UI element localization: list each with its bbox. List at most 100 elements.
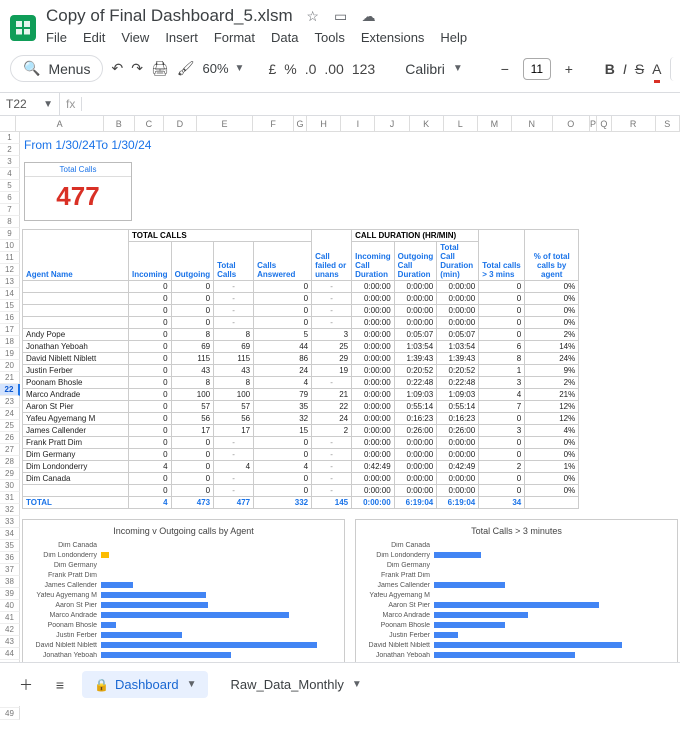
menu-insert[interactable]: Insert bbox=[165, 30, 198, 45]
row-header[interactable]: 37 bbox=[0, 564, 20, 576]
row-header[interactable]: 16 bbox=[0, 312, 20, 324]
col-header[interactable]: E bbox=[197, 116, 254, 131]
row-header[interactable]: 5 bbox=[0, 180, 20, 192]
all-sheets-button[interactable]: ≡ bbox=[48, 673, 72, 697]
star-icon[interactable]: ☆ bbox=[305, 8, 321, 24]
row-header[interactable]: 38 bbox=[0, 576, 20, 588]
sheets-logo[interactable] bbox=[10, 15, 36, 41]
row-header[interactable]: 19 bbox=[0, 348, 20, 360]
tab-raw-data-monthly[interactable]: Raw_Data_Monthly▼ bbox=[218, 671, 373, 698]
row-header[interactable]: 21 bbox=[0, 372, 20, 384]
row-header[interactable]: 39 bbox=[0, 588, 20, 600]
search-menus[interactable]: 🔍 Menus bbox=[10, 55, 103, 82]
col-header[interactable]: R bbox=[612, 116, 656, 131]
document-title[interactable]: Copy of Final Dashboard_5.xlsm bbox=[46, 6, 293, 26]
col-header[interactable]: G bbox=[294, 116, 307, 131]
print-button[interactable]: 🖨 bbox=[151, 57, 169, 81]
menu-help[interactable]: Help bbox=[440, 30, 467, 45]
row-header[interactable]: 25 bbox=[0, 420, 20, 432]
row-header[interactable]: 44 bbox=[0, 648, 20, 660]
toolbar-overflow[interactable]: ⋮ bbox=[670, 57, 680, 81]
row-header[interactable]: 1 bbox=[0, 132, 20, 144]
font-size-decrease[interactable]: − bbox=[493, 57, 517, 81]
col-header[interactable]: P bbox=[590, 116, 597, 131]
number-format-button[interactable]: 123 bbox=[352, 57, 375, 81]
col-header[interactable]: H bbox=[307, 116, 341, 131]
row-header[interactable]: 17 bbox=[0, 324, 20, 336]
row-header[interactable]: 35 bbox=[0, 540, 20, 552]
row-header[interactable]: 6 bbox=[0, 192, 20, 204]
row-header[interactable]: 12 bbox=[0, 264, 20, 276]
row-header[interactable]: 7 bbox=[0, 204, 20, 216]
menu-format[interactable]: Format bbox=[214, 30, 255, 45]
undo-button[interactable]: ↶ bbox=[111, 57, 123, 81]
menu-data[interactable]: Data bbox=[271, 30, 298, 45]
add-sheet-button[interactable]: ＋ bbox=[14, 673, 38, 697]
row-header[interactable]: 23 bbox=[0, 396, 20, 408]
row-header[interactable]: 15 bbox=[0, 300, 20, 312]
row-header[interactable]: 22 bbox=[0, 384, 20, 396]
row-header[interactable]: 9 bbox=[0, 228, 20, 240]
col-header[interactable]: F bbox=[253, 116, 294, 131]
row-header[interactable]: 24 bbox=[0, 408, 20, 420]
row-header[interactable]: 42 bbox=[0, 624, 20, 636]
menu-tools[interactable]: Tools bbox=[314, 30, 344, 45]
menu-edit[interactable]: Edit bbox=[83, 30, 105, 45]
row-header[interactable]: 29 bbox=[0, 468, 20, 480]
cloud-icon[interactable]: ☁ bbox=[361, 8, 377, 24]
italic-button[interactable]: I bbox=[623, 57, 627, 81]
percent-button[interactable]: % bbox=[284, 57, 296, 81]
row-header[interactable]: 8 bbox=[0, 216, 20, 228]
col-header[interactable]: O bbox=[553, 116, 590, 131]
menu-extensions[interactable]: Extensions bbox=[361, 30, 425, 45]
font-size-increase[interactable]: + bbox=[557, 57, 581, 81]
row-header[interactable]: 20 bbox=[0, 360, 20, 372]
row-header[interactable]: 41 bbox=[0, 612, 20, 624]
move-icon[interactable]: ▭ bbox=[333, 8, 349, 24]
row-header[interactable]: 33 bbox=[0, 516, 20, 528]
row-header[interactable]: 4 bbox=[0, 168, 20, 180]
col-header[interactable]: I bbox=[341, 116, 375, 131]
row-header[interactable]: 32 bbox=[0, 504, 20, 516]
zoom-select[interactable]: 60%▼ bbox=[203, 61, 245, 76]
increase-decimal-button[interactable]: .00 bbox=[324, 57, 343, 81]
formula-bar[interactable] bbox=[82, 100, 98, 108]
col-header[interactable]: J bbox=[375, 116, 409, 131]
row-header[interactable]: 2 bbox=[0, 144, 20, 156]
col-header[interactable]: S bbox=[656, 116, 680, 131]
col-header[interactable]: D bbox=[164, 116, 197, 131]
tab-dashboard[interactable]: 🔒 Dashboard▼ bbox=[82, 671, 208, 698]
row-header[interactable]: 26 bbox=[0, 432, 20, 444]
row-header[interactable]: 10 bbox=[0, 240, 20, 252]
text-color-button[interactable]: A bbox=[652, 57, 661, 81]
menu-file[interactable]: File bbox=[46, 30, 67, 45]
row-header[interactable]: 34 bbox=[0, 528, 20, 540]
font-select[interactable]: Calibri▼ bbox=[399, 59, 469, 79]
row-header[interactable]: 13 bbox=[0, 276, 20, 288]
col-header[interactable]: K bbox=[410, 116, 444, 131]
row-header[interactable]: 43 bbox=[0, 636, 20, 648]
row-header[interactable]: 18 bbox=[0, 336, 20, 348]
row-header[interactable]: 3 bbox=[0, 156, 20, 168]
redo-button[interactable]: ↷ bbox=[131, 57, 143, 81]
menu-view[interactable]: View bbox=[121, 30, 149, 45]
row-header[interactable]: 14 bbox=[0, 288, 20, 300]
col-header[interactable]: B bbox=[104, 116, 135, 131]
col-header[interactable]: C bbox=[135, 116, 164, 131]
row-header[interactable]: 30 bbox=[0, 480, 20, 492]
row-header[interactable]: 36 bbox=[0, 552, 20, 564]
bold-button[interactable]: B bbox=[605, 57, 615, 81]
col-header[interactable]: Q bbox=[597, 116, 612, 131]
row-header[interactable]: 31 bbox=[0, 492, 20, 504]
name-box[interactable]: T22▼ bbox=[0, 93, 60, 115]
currency-pound-button[interactable]: £ bbox=[268, 57, 276, 81]
paint-format-button[interactable]: 🖌 bbox=[177, 57, 195, 81]
row-header[interactable]: 27 bbox=[0, 444, 20, 456]
strike-button[interactable]: S bbox=[635, 57, 644, 81]
decrease-decimal-button[interactable]: .0 bbox=[305, 57, 317, 81]
row-header[interactable]: 28 bbox=[0, 456, 20, 468]
col-header[interactable]: L bbox=[444, 116, 478, 131]
font-size-input[interactable] bbox=[523, 58, 551, 80]
row-header[interactable]: 49 bbox=[0, 708, 20, 720]
row-header[interactable]: 40 bbox=[0, 600, 20, 612]
